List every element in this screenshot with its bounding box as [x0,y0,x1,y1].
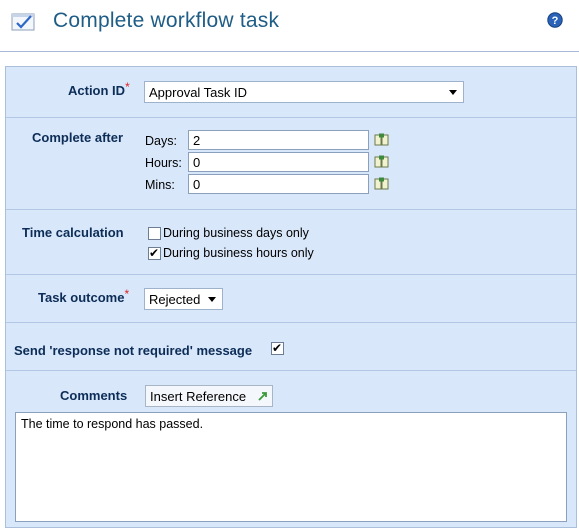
business-hours-label: During business hours only [163,246,314,260]
hours-label: Hours: [145,156,182,170]
hours-input[interactable] [188,152,369,172]
business-hours-checkbox[interactable]: ✔ [148,246,161,260]
action-id-select[interactable]: Approval Task ID [144,81,464,103]
required-marker: * [125,80,130,94]
mins-label: Mins: [145,178,175,192]
divider [6,370,576,371]
action-id-label: Action ID* [68,80,130,98]
task-outcome-label: Task outcome* [38,287,130,305]
send-message-label: Send 'response not required' message [14,343,253,358]
insert-reference-button[interactable]: Insert Reference [145,385,273,407]
divider [6,117,576,118]
svg-text:?: ? [552,15,559,27]
comments-textarea[interactable]: The time to respond has passed. [15,412,567,522]
divider [6,209,576,210]
mins-input[interactable] [188,174,369,194]
send-message-checkbox[interactable]: ✔ [271,341,284,355]
business-days-label: During business days only [163,226,309,240]
check-icon: ✔ [272,341,283,355]
reference-picker-icon[interactable] [374,177,390,191]
page-header: Complete workflow task ? [0,0,579,52]
days-label: Days: [145,134,177,148]
comments-label: Comments [60,388,128,403]
days-input[interactable] [188,130,369,150]
checklist-icon [11,13,35,31]
divider [6,322,576,323]
divider [6,274,576,275]
help-icon[interactable]: ? [547,12,563,28]
complete-after-label: Complete after [32,130,124,145]
business-days-checkbox[interactable] [148,227,161,240]
reference-picker-icon[interactable] [374,133,390,147]
chevron-down-icon [449,90,457,95]
time-calculation-label: Time calculation [22,225,124,240]
workflow-form: Action ID* Approval Task ID Complete aft… [5,66,577,528]
reference-picker-icon[interactable] [374,155,390,169]
check-icon: ✔ [149,246,160,260]
page-title: Complete workflow task [53,9,280,32]
chevron-down-icon [208,297,216,302]
required-marker: * [124,287,130,301]
task-outcome-select[interactable]: Rejected [144,288,223,310]
insert-arrow-icon [258,392,267,401]
